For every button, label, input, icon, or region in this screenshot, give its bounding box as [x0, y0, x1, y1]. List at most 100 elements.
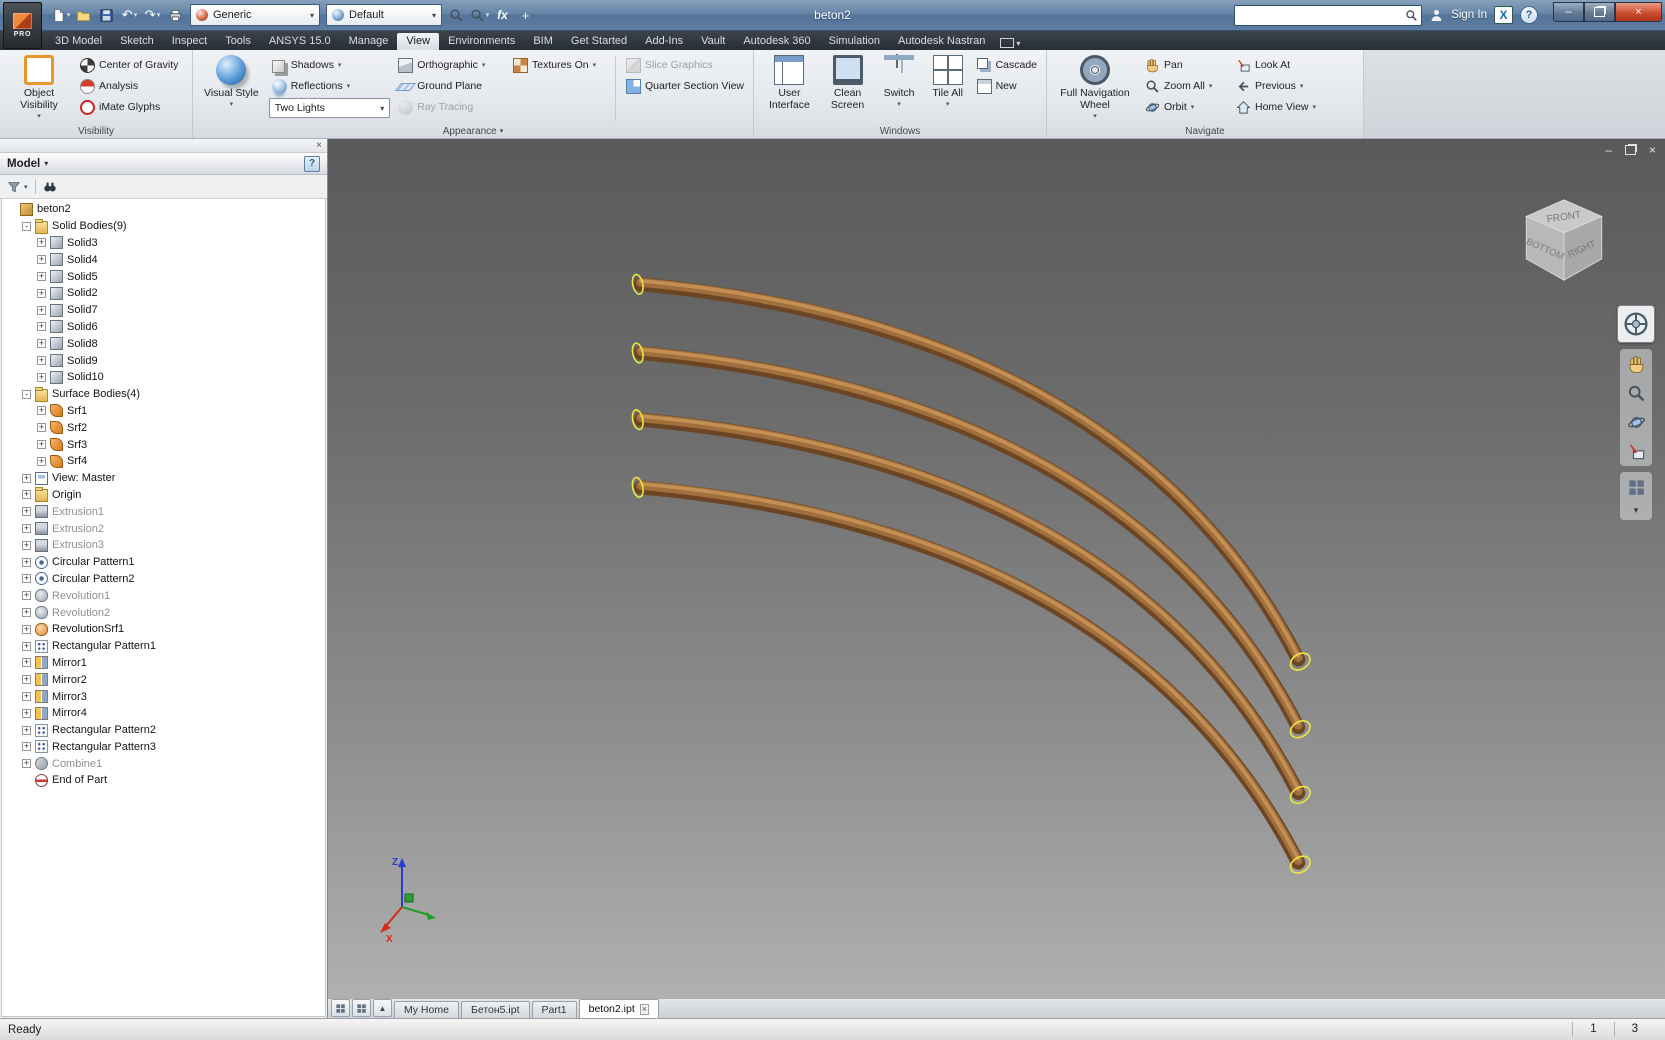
tab-3d-model[interactable]: 3D Model: [46, 33, 111, 50]
tree-expander-icon[interactable]: +: [37, 288, 46, 298]
tree-expander-icon[interactable]: +: [22, 490, 31, 500]
person-icon[interactable]: [1429, 8, 1444, 23]
search-icon[interactable]: [1405, 9, 1418, 22]
cascade-button[interactable]: Cascade: [974, 55, 1040, 75]
tab-tools[interactable]: Tools: [216, 33, 260, 50]
undo-button[interactable]: ↶ ▾: [119, 5, 140, 25]
help-button[interactable]: ?: [1520, 6, 1538, 24]
tab-inspect[interactable]: Inspect: [163, 33, 216, 50]
tree-item-solid2[interactable]: + Solid2: [2, 285, 325, 302]
orbit-button[interactable]: Orbit ▾: [1142, 97, 1228, 117]
tree-expander-icon[interactable]: +: [22, 692, 31, 701]
tree-item-view-master[interactable]: + View: Master: [2, 470, 325, 487]
sign-in-button[interactable]: Sign In: [1451, 9, 1487, 21]
tree-expander-icon[interactable]: +: [37, 456, 46, 466]
tree-item-revolutionsrf1[interactable]: + RevolutionSrf1: [2, 621, 325, 638]
browser-title[interactable]: Model: [7, 158, 40, 170]
navbar-more-button[interactable]: ▾: [1634, 505, 1639, 516]
home-view-button[interactable]: Home View ▾: [1233, 97, 1319, 117]
tree-item-rectangular-pattern2[interactable]: + Rectangular Pattern2: [2, 722, 325, 739]
tab-vault[interactable]: Vault: [692, 33, 734, 50]
chevron-down-icon[interactable]: ▾: [44, 159, 48, 168]
tree-expander-icon[interactable]: +: [37, 406, 46, 416]
tree-item-revolution1[interactable]: + Revolution1: [2, 587, 325, 604]
document-minimize-button[interactable]: –: [1605, 143, 1612, 157]
tree-expander-icon[interactable]: +: [37, 305, 46, 315]
exchange-apps-button[interactable]: X: [1494, 6, 1513, 24]
previous-view-button[interactable]: Previous ▾: [1233, 76, 1319, 96]
tree-item-rectangular-pattern1[interactable]: + Rectangular Pattern1: [2, 638, 325, 655]
new-file-button[interactable]: ▾: [50, 5, 71, 25]
tree-item-revolution2[interactable]: + Revolution2: [2, 604, 325, 621]
user-interface-button[interactable]: User Interface: [760, 53, 819, 124]
full-navigation-wheel-button[interactable]: Full Navigation Wheel ▾: [1053, 53, 1137, 124]
zoom-all-button[interactable]: Zoom All ▾: [1142, 76, 1228, 96]
center-of-gravity-button[interactable]: Center of Gravity: [77, 55, 181, 75]
tree-item-origin[interactable]: + Origin: [2, 487, 325, 504]
tree-expander-icon[interactable]: +: [37, 238, 46, 248]
tree-item-extrusion3[interactable]: + Extrusion3: [2, 537, 325, 554]
close-document-icon[interactable]: ×: [639, 1003, 649, 1015]
pan-tool-button[interactable]: [1625, 353, 1647, 375]
application-menu-button[interactable]: PRO: [3, 2, 42, 49]
tree-expander-icon[interactable]: +: [22, 574, 31, 584]
tree-expander-icon[interactable]: +: [22, 473, 31, 483]
tile-all-button[interactable]: Tile All ▾: [927, 53, 969, 124]
tab-autodesk-nastran[interactable]: Autodesk Nastran: [889, 33, 994, 50]
tree-expander-icon[interactable]: +: [37, 255, 46, 265]
tree-expander-icon[interactable]: +: [37, 339, 46, 349]
new-window-button[interactable]: New: [974, 76, 1040, 96]
tab-expand-button[interactable]: ▲: [373, 999, 392, 1017]
tree-item-solid9[interactable]: + Solid9: [2, 352, 325, 369]
tab-simulation[interactable]: Simulation: [820, 33, 889, 50]
tree-item-surface-bodies-4[interactable]: - Surface Bodies(4): [2, 386, 325, 403]
tree-item-solid3[interactable]: + Solid3: [2, 235, 325, 252]
tab-list-button[interactable]: [331, 999, 350, 1017]
document-tab-my-home[interactable]: My Home: [394, 1001, 459, 1018]
tree-expander-icon[interactable]: +: [37, 423, 46, 433]
tree-item-circular-pattern1[interactable]: + Circular Pattern1: [2, 554, 325, 571]
reflections-button[interactable]: Reflections ▾: [269, 76, 391, 96]
tree-item-solid8[interactable]: + Solid8: [2, 335, 325, 352]
zoom-tool-button[interactable]: [446, 5, 467, 25]
tab-sketch[interactable]: Sketch: [111, 33, 163, 50]
document-restore-button[interactable]: [1624, 145, 1636, 155]
tree-expander-icon[interactable]: +: [22, 591, 31, 601]
shadows-button[interactable]: Shadows ▾: [269, 55, 391, 75]
orbit-tool-button[interactable]: [1625, 411, 1647, 433]
browser-grip-bar[interactable]: ×: [0, 139, 327, 153]
tree-item-srf2[interactable]: + Srf2: [2, 419, 325, 436]
tree-expander-icon[interactable]: +: [37, 356, 46, 366]
redo-button[interactable]: ↷ ▾: [142, 5, 163, 25]
tree-item-solid6[interactable]: + Solid6: [2, 319, 325, 336]
tab-environments[interactable]: Environments: [439, 33, 524, 50]
tree-expander-icon[interactable]: +: [22, 742, 31, 752]
tree-item-beton2[interactable]: +beton2: [2, 201, 325, 218]
open-button[interactable]: [73, 5, 94, 25]
tree-expander-icon[interactable]: +: [22, 557, 31, 567]
tree-expander-icon[interactable]: +: [22, 708, 31, 718]
tree-item-extrusion1[interactable]: + Extrusion1: [2, 503, 325, 520]
tree-item-combine1[interactable]: + Combine1: [2, 755, 325, 772]
search-input[interactable]: [1235, 7, 1406, 23]
tree-expander-icon[interactable]: +: [22, 759, 31, 769]
tree-item-mirror4[interactable]: + Mirror4: [2, 705, 325, 722]
tree-expander-icon[interactable]: +: [22, 507, 31, 517]
tree-expander-icon[interactable]: +: [22, 675, 31, 685]
tree-item-solid5[interactable]: + Solid5: [2, 268, 325, 285]
tab-ansys-15-0[interactable]: ANSYS 15.0: [260, 33, 340, 50]
look-at-button[interactable]: Look At: [1233, 55, 1319, 75]
tree-expander-icon[interactable]: +: [37, 322, 46, 332]
close-panel-icon[interactable]: ×: [316, 140, 322, 151]
switch-windows-button[interactable]: Switch ▾: [876, 53, 922, 124]
add-button[interactable]: +: [515, 5, 536, 25]
tree-expander-icon[interactable]: +: [37, 272, 46, 282]
lighting-style-select[interactable]: Two Lights ▾: [268, 98, 391, 118]
tab-get-started[interactable]: Get Started: [562, 33, 636, 50]
ribbon-display-options-button[interactable]: ▾: [1000, 38, 1020, 48]
analysis-button[interactable]: Analysis: [77, 76, 181, 96]
tree-expander-icon[interactable]: +: [22, 524, 31, 534]
tree-expander-icon[interactable]: +: [22, 641, 31, 651]
tree-expander-icon[interactable]: +: [37, 440, 46, 450]
tree-expander-icon[interactable]: +: [37, 372, 46, 382]
